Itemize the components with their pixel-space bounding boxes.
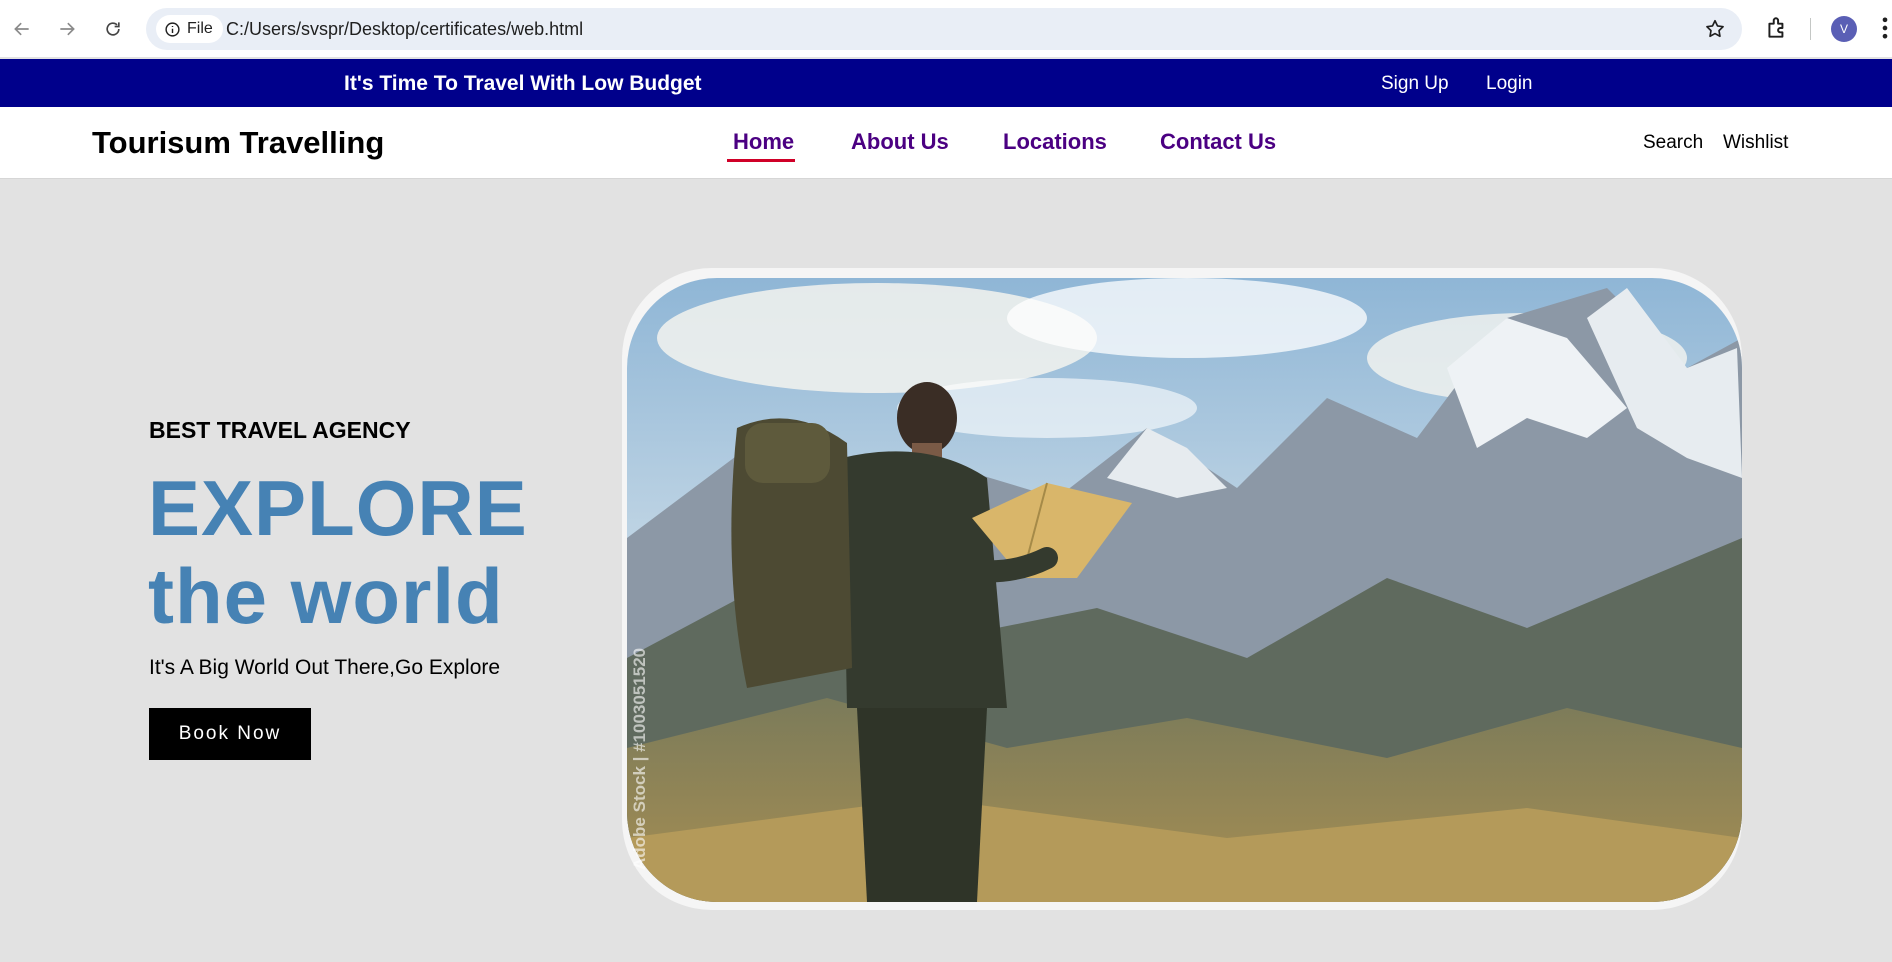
extensions-puzzle-icon[interactable] <box>1764 14 1790 42</box>
nav-link-home[interactable]: Home <box>733 129 794 155</box>
announcement-bar: It's Time To Travel With Low Budget Sign… <box>0 59 1892 107</box>
toolbar-divider <box>1810 18 1811 40</box>
address-bar[interactable]: File C:/Users/svspr/Desktop/certificates… <box>146 8 1742 50</box>
nav-link-about-us[interactable]: About Us <box>851 129 949 155</box>
site-chip-label: File <box>187 20 213 37</box>
more-vert-icon[interactable] <box>1878 14 1892 42</box>
mountain-landscape-illustration <box>627 278 1742 902</box>
hero-title-line-1: EXPLORE <box>148 464 528 552</box>
url-text[interactable]: C:/Users/svspr/Desktop/certificates/web.… <box>226 19 583 40</box>
announcement-message: It's Time To Travel With Low Budget <box>344 72 702 95</box>
bookmark-star-icon[interactable] <box>1704 18 1726 40</box>
signup-link[interactable]: Sign Up <box>1381 73 1449 95</box>
brand-logo-text[interactable]: Tourisum Travelling <box>92 125 384 161</box>
profile-avatar[interactable]: V <box>1831 16 1857 42</box>
hero-eyebrow: BEST TRAVEL AGENCY <box>149 417 411 443</box>
hero-image-mountain-hiker <box>627 278 1742 902</box>
nav-link-contact-us[interactable]: Contact Us <box>1160 129 1276 155</box>
active-nav-underline <box>727 159 795 162</box>
hero-subtitle: It's A Big World Out There,Go Explore <box>149 656 501 679</box>
book-now-button[interactable]: Book Now <box>149 708 311 760</box>
wishlist-link[interactable]: Wishlist <box>1723 132 1788 154</box>
forward-button[interactable] <box>49 12 85 46</box>
stock-image-watermark: Adobe Stock | #1003051520 <box>630 647 649 870</box>
browser-toolbar: File C:/Users/svspr/Desktop/certificates… <box>0 0 1892 57</box>
site-info-chip[interactable]: File <box>156 15 223 43</box>
hero-title: EXPLORE the world <box>148 464 528 640</box>
arrow-right-icon <box>60 22 75 36</box>
reload-icon <box>106 22 120 36</box>
arrow-left-icon <box>14 22 29 36</box>
hero-title-line-2: the world <box>148 552 504 640</box>
main-navigation: Tourisum Travelling Home About Us Locati… <box>0 107 1892 179</box>
login-link[interactable]: Login <box>1486 73 1533 95</box>
info-icon <box>165 21 180 37</box>
nav-link-locations[interactable]: Locations <box>1003 129 1107 155</box>
back-button[interactable] <box>4 12 40 46</box>
search-link[interactable]: Search <box>1643 132 1703 154</box>
reload-button[interactable] <box>95 12 131 46</box>
